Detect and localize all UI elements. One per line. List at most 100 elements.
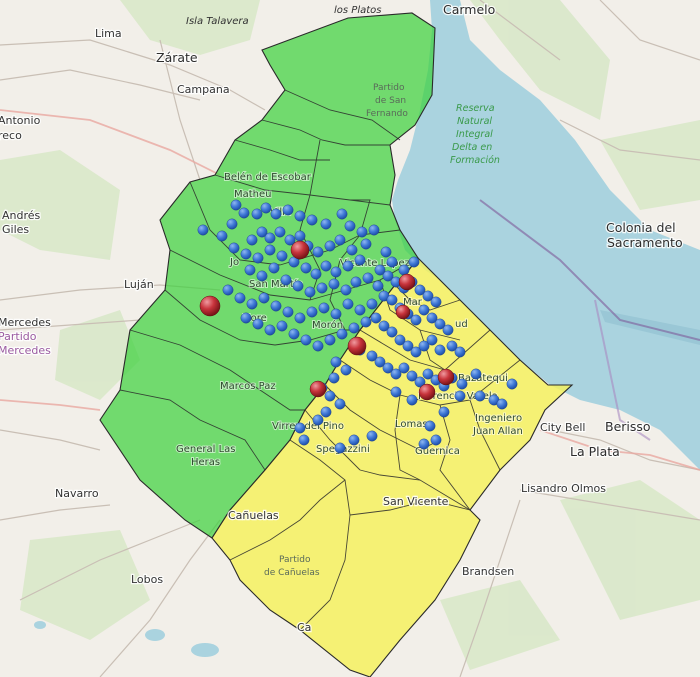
blue-marker[interactable] bbox=[256, 270, 268, 282]
blue-marker[interactable] bbox=[260, 202, 272, 214]
blue-marker[interactable] bbox=[197, 224, 209, 236]
blue-marker[interactable] bbox=[398, 264, 410, 276]
blue-marker[interactable] bbox=[318, 302, 330, 314]
blue-marker[interactable] bbox=[474, 390, 486, 402]
blue-marker[interactable] bbox=[340, 364, 352, 376]
blue-marker[interactable] bbox=[406, 394, 418, 406]
blue-marker[interactable] bbox=[246, 234, 258, 246]
blue-marker[interactable] bbox=[360, 316, 372, 328]
blue-marker[interactable] bbox=[288, 328, 300, 340]
blue-marker[interactable] bbox=[280, 274, 292, 286]
red-marker[interactable] bbox=[290, 240, 310, 260]
blue-marker[interactable] bbox=[330, 356, 342, 368]
blue-marker[interactable] bbox=[251, 208, 263, 220]
blue-marker[interactable] bbox=[294, 210, 306, 222]
blue-marker[interactable] bbox=[324, 240, 336, 252]
blue-marker[interactable] bbox=[390, 386, 402, 398]
blue-marker[interactable] bbox=[276, 250, 288, 262]
blue-marker[interactable] bbox=[336, 328, 348, 340]
blue-marker[interactable] bbox=[320, 218, 332, 230]
blue-marker[interactable] bbox=[418, 438, 430, 450]
blue-marker[interactable] bbox=[360, 238, 372, 250]
blue-marker[interactable] bbox=[430, 296, 442, 308]
blue-marker[interactable] bbox=[368, 224, 380, 236]
blue-marker[interactable] bbox=[348, 434, 360, 446]
blue-marker[interactable] bbox=[386, 256, 398, 268]
blue-marker[interactable] bbox=[320, 406, 332, 418]
blue-marker[interactable] bbox=[372, 280, 384, 292]
blue-marker[interactable] bbox=[306, 214, 318, 226]
blue-marker[interactable] bbox=[506, 378, 518, 390]
blue-marker[interactable] bbox=[410, 314, 422, 326]
blue-marker[interactable] bbox=[330, 266, 342, 278]
blue-marker[interactable] bbox=[300, 262, 312, 274]
blue-marker[interactable] bbox=[312, 414, 324, 426]
blue-marker[interactable] bbox=[350, 276, 362, 288]
blue-marker[interactable] bbox=[408, 256, 420, 268]
blue-marker[interactable] bbox=[334, 398, 346, 410]
blue-marker[interactable] bbox=[264, 244, 276, 256]
blue-marker[interactable] bbox=[320, 260, 332, 272]
blue-marker[interactable] bbox=[442, 324, 454, 336]
blue-marker[interactable] bbox=[292, 280, 304, 292]
blue-marker[interactable] bbox=[304, 286, 316, 298]
blue-marker[interactable] bbox=[222, 284, 234, 296]
blue-marker[interactable] bbox=[454, 390, 466, 402]
red-marker[interactable] bbox=[347, 336, 367, 356]
red-marker[interactable] bbox=[309, 380, 327, 398]
blue-marker[interactable] bbox=[430, 434, 442, 446]
blue-marker[interactable] bbox=[270, 208, 282, 220]
blue-marker[interactable] bbox=[228, 242, 240, 254]
blue-marker[interactable] bbox=[294, 230, 306, 242]
blue-marker[interactable] bbox=[342, 260, 354, 272]
blue-marker[interactable] bbox=[324, 334, 336, 346]
blue-marker[interactable] bbox=[298, 434, 310, 446]
blue-marker[interactable] bbox=[418, 304, 430, 316]
blue-marker[interactable] bbox=[344, 220, 356, 232]
blue-marker[interactable] bbox=[496, 398, 508, 410]
blue-marker[interactable] bbox=[330, 308, 342, 320]
blue-marker[interactable] bbox=[244, 264, 256, 276]
blue-marker[interactable] bbox=[434, 344, 446, 356]
blue-marker[interactable] bbox=[294, 422, 306, 434]
blue-marker[interactable] bbox=[398, 362, 410, 374]
blue-marker[interactable] bbox=[316, 282, 328, 294]
blue-marker[interactable] bbox=[294, 312, 306, 324]
blue-marker[interactable] bbox=[252, 252, 264, 264]
blue-marker[interactable] bbox=[300, 334, 312, 346]
blue-marker[interactable] bbox=[454, 346, 466, 358]
blue-marker[interactable] bbox=[270, 300, 282, 312]
blue-marker[interactable] bbox=[380, 246, 392, 258]
blue-marker[interactable] bbox=[342, 298, 354, 310]
blue-marker[interactable] bbox=[312, 340, 324, 352]
blue-marker[interactable] bbox=[346, 244, 358, 256]
blue-marker[interactable] bbox=[334, 234, 346, 246]
blue-marker[interactable] bbox=[354, 254, 366, 266]
blue-marker[interactable] bbox=[386, 326, 398, 338]
blue-marker[interactable] bbox=[310, 268, 322, 280]
blue-marker[interactable] bbox=[426, 334, 438, 346]
blue-marker[interactable] bbox=[328, 278, 340, 290]
blue-marker[interactable] bbox=[356, 226, 368, 238]
blue-marker[interactable] bbox=[354, 304, 366, 316]
red-marker[interactable] bbox=[199, 295, 221, 317]
blue-marker[interactable] bbox=[276, 320, 288, 332]
blue-marker[interactable] bbox=[274, 226, 286, 238]
blue-marker[interactable] bbox=[226, 218, 238, 230]
blue-marker[interactable] bbox=[386, 294, 398, 306]
map-viewport[interactable]: Lima Zárate Isla Talavera los Platos Car… bbox=[0, 0, 700, 677]
blue-marker[interactable] bbox=[340, 284, 352, 296]
blue-marker[interactable] bbox=[240, 312, 252, 324]
blue-marker[interactable] bbox=[362, 272, 374, 284]
blue-marker[interactable] bbox=[282, 204, 294, 216]
blue-marker[interactable] bbox=[312, 246, 324, 258]
blue-marker[interactable] bbox=[456, 378, 468, 390]
blue-marker[interactable] bbox=[370, 312, 382, 324]
blue-marker[interactable] bbox=[252, 318, 264, 330]
blue-marker[interactable] bbox=[424, 420, 436, 432]
blue-marker[interactable] bbox=[268, 262, 280, 274]
map-canvas[interactable]: Lima Zárate Isla Talavera los Platos Car… bbox=[0, 0, 700, 677]
blue-marker[interactable] bbox=[264, 232, 276, 244]
blue-marker[interactable] bbox=[264, 324, 276, 336]
blue-marker[interactable] bbox=[240, 248, 252, 260]
